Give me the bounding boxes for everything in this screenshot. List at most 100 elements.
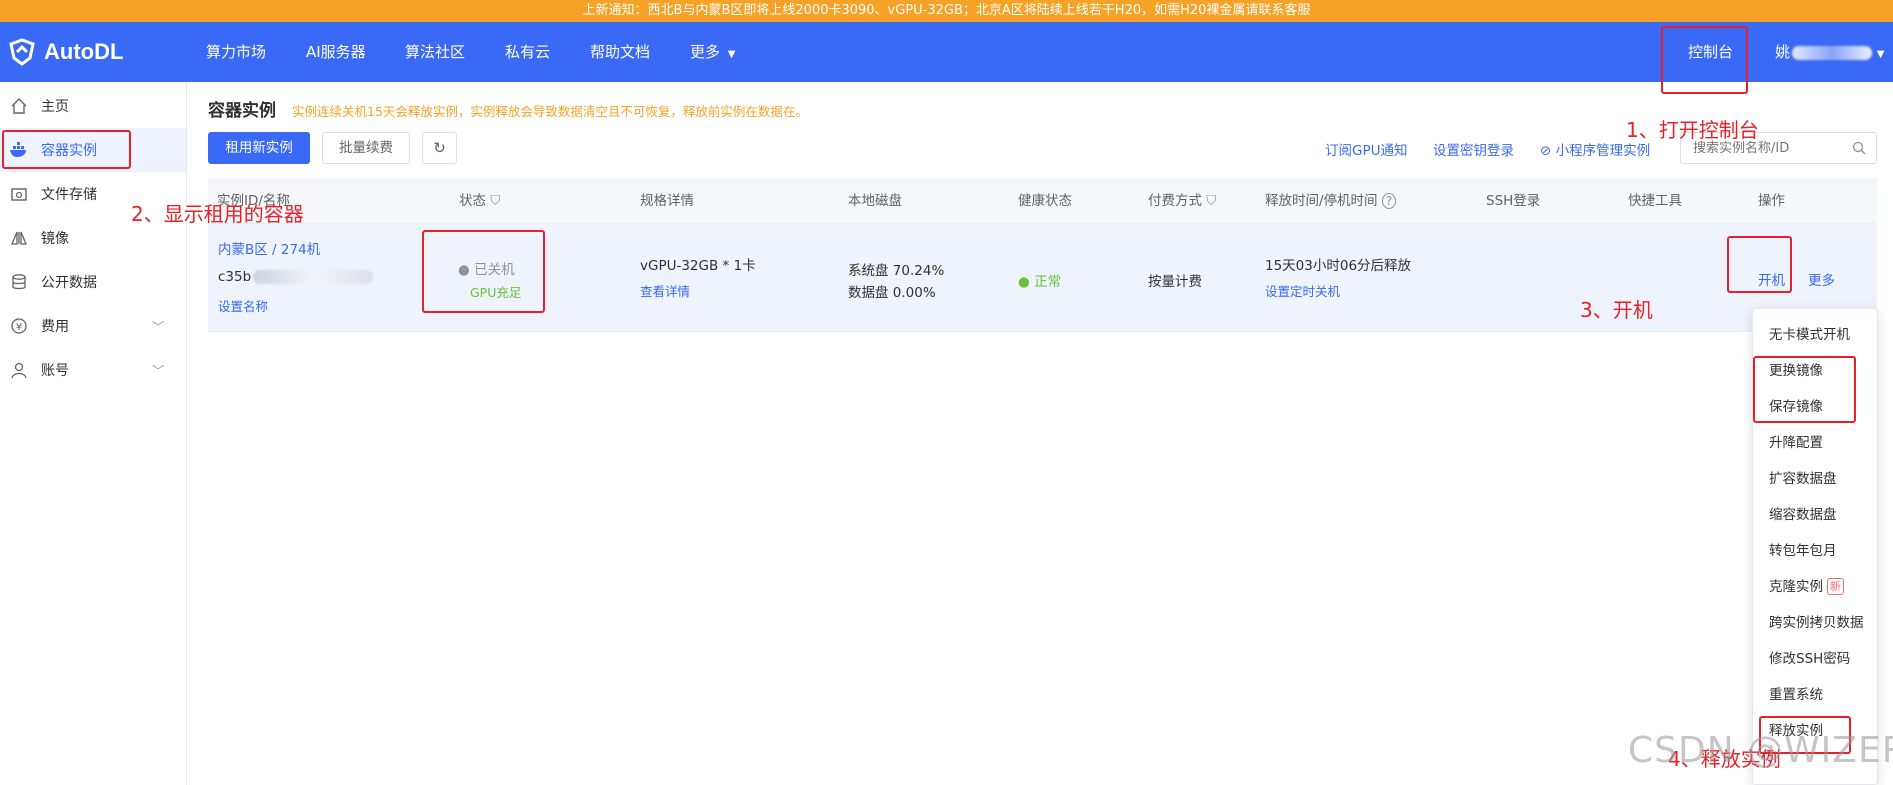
- sidebar: 主页 容器实例 文件存储 镜像 公开数据 ¥ 费用 ﹀ 账号 ﹀: [0, 82, 187, 785]
- help-icon[interactable]: ?: [1381, 193, 1397, 209]
- col-health: 健康状态: [1018, 193, 1072, 209]
- set-shutdown-link[interactable]: 设置定时关机: [1265, 281, 1340, 300]
- redacted-username: [1792, 45, 1873, 60]
- page-title: 容器实例: [208, 101, 276, 121]
- more-actions-menu: 无卡模式开机 更换镜像 保存镜像 升降配置 扩容数据盘 缩容数据盘 转包年包月 …: [1752, 308, 1878, 785]
- subscribe-gpu-notice-link[interactable]: 订阅GPU通知: [1325, 139, 1407, 159]
- menu-item-shrink-disk[interactable]: 缩容数据盘: [1769, 505, 1837, 525]
- sidebar-item-home[interactable]: 主页: [0, 84, 186, 128]
- page-warning-tip: 实例连续关机15天会释放实例，实例释放会导致数据清空且不可恢复，释放前实例在数据…: [292, 104, 808, 119]
- nav-item-help-docs[interactable]: 帮助文档: [590, 22, 650, 82]
- col-status[interactable]: 状态 ⛉: [459, 178, 500, 224]
- search-icon: [1852, 140, 1866, 159]
- autodl-logo-icon: [9, 38, 35, 66]
- menu-item-subscription[interactable]: 转包年包月: [1769, 541, 1837, 561]
- instance-id-text: c35b: [218, 269, 252, 285]
- status-badge: ● 已关机: [458, 262, 515, 278]
- clone-label: 克隆实例: [1769, 579, 1823, 595]
- set-name-link[interactable]: 设置名称: [218, 296, 268, 315]
- power-on-button[interactable]: 开机: [1758, 269, 1785, 289]
- status-text: 已关机: [474, 262, 515, 278]
- mini-program-icon: ⊘: [1540, 143, 1552, 159]
- user-menu[interactable]: 姚 ▼: [1775, 22, 1885, 82]
- billing-type: 按量计费: [1148, 274, 1202, 290]
- home-icon: [9, 96, 29, 116]
- col-quick-tools: 快捷工具: [1628, 193, 1682, 209]
- spec-text: vGPU-32GB * 1卡: [640, 258, 756, 274]
- view-detail-link[interactable]: 查看详情: [640, 281, 690, 300]
- menu-item-save-image[interactable]: 保存镜像: [1769, 397, 1823, 417]
- batch-renew-button[interactable]: 批量续费: [322, 132, 410, 164]
- menu-item-change-config[interactable]: 升降配置: [1769, 433, 1823, 453]
- new-badge: 新: [1827, 578, 1844, 595]
- database-icon: [9, 272, 29, 292]
- release-time: 15天03小时06分后释放: [1265, 258, 1412, 274]
- brand-logo[interactable]: AutoDL: [8, 37, 123, 67]
- menu-item-reset-system[interactable]: 重置系统: [1769, 685, 1823, 705]
- menu-item-ssh-password[interactable]: 修改SSH密码: [1769, 649, 1850, 669]
- data-disk-usage: 数据盘 0.00%: [848, 285, 936, 301]
- caret-down-icon: ▼: [727, 49, 736, 60]
- health-text: 正常: [1034, 274, 1062, 290]
- menu-item-clone-instance[interactable]: 克隆实例新: [1769, 577, 1844, 597]
- system-disk-usage: 系统盘 70.24%: [848, 263, 945, 279]
- nav-item-ai-server[interactable]: AI服务器: [306, 22, 366, 82]
- caret-down-icon: ▼: [1876, 49, 1885, 60]
- sidebar-item-account[interactable]: 账号 ﹀: [0, 348, 186, 392]
- user-name: 姚: [1775, 43, 1791, 61]
- refresh-button[interactable]: ↻: [422, 132, 457, 164]
- col-release-label: 释放时间/停机时间: [1265, 193, 1378, 209]
- annotation-step-1: 1、打开控制台: [1626, 118, 1759, 142]
- col-billing-label: 付费方式: [1148, 193, 1202, 209]
- annotation-step-3: 3、开机: [1580, 298, 1653, 322]
- nav-more-label: 更多: [690, 43, 721, 61]
- col-release-time: 释放时间/停机时间 ?: [1265, 178, 1397, 224]
- chevron-down-icon: ﹀: [151, 320, 164, 334]
- col-actions: 操作: [1758, 193, 1785, 209]
- sidebar-item-public-data[interactable]: 公开数据: [0, 260, 186, 304]
- sidebar-item-billing[interactable]: ¥ 费用 ﹀: [0, 304, 186, 348]
- menu-item-expand-disk[interactable]: 扩容数据盘: [1769, 469, 1837, 489]
- col-ssh: SSH登录: [1486, 193, 1541, 209]
- menu-item-gpu-free-start[interactable]: 无卡模式开机: [1769, 325, 1850, 345]
- nav-item-private-cloud[interactable]: 私有云: [505, 22, 550, 82]
- sidebar-item-label: 容器实例: [41, 143, 97, 159]
- refresh-icon: ↻: [433, 139, 446, 157]
- yen-icon: ¥: [9, 316, 29, 336]
- instance-id: c35b: [218, 269, 374, 285]
- nav-item-compute-market[interactable]: 算力市场: [206, 22, 266, 82]
- svg-text:¥: ¥: [16, 322, 22, 333]
- annotation-step-2: 2、显示租用的容器: [131, 202, 304, 226]
- filter-icon[interactable]: ⛉: [490, 193, 500, 209]
- rent-new-instance-button[interactable]: 租用新实例: [208, 132, 310, 164]
- console-link[interactable]: 控制台: [1688, 22, 1733, 82]
- col-billing[interactable]: 付费方式 ⛉: [1148, 178, 1216, 224]
- more-actions-button[interactable]: 更多: [1808, 269, 1835, 289]
- sidebar-item-label: 费用: [41, 319, 69, 335]
- sidebar-item-container-instances[interactable]: 容器实例: [0, 128, 186, 172]
- key-login-link[interactable]: 设置密钥登录: [1433, 139, 1514, 159]
- user-icon: [9, 360, 29, 380]
- docker-icon: [9, 140, 29, 160]
- nav-item-algorithm-community[interactable]: 算法社区: [405, 22, 465, 82]
- sidebar-item-label: 主页: [41, 99, 69, 115]
- mini-program-label: 小程序管理实例: [1555, 143, 1651, 159]
- image-icon: [9, 228, 29, 248]
- col-spec: 规格详情: [640, 193, 694, 209]
- sidebar-item-label: 文件存储: [41, 187, 97, 203]
- sidebar-item-label: 账号: [41, 363, 69, 379]
- folder-icon: [9, 184, 29, 204]
- instance-region-link[interactable]: 内蒙B区 / 274机: [218, 238, 320, 258]
- col-status-label: 状态: [459, 193, 486, 209]
- filter-icon[interactable]: ⛉: [1206, 193, 1216, 209]
- watermark: CSDN @WIZERS: [1628, 730, 1893, 771]
- sidebar-item-label: 镜像: [41, 231, 69, 247]
- top-nav: AutoDL 算力市场 AI服务器 算法社区 私有云 帮助文档 更多 ▼ 控制台…: [0, 22, 1893, 82]
- gpu-status: GPU充足: [470, 285, 522, 300]
- table-header: 实例ID/名称 状态 ⛉ 规格详情 本地磁盘 健康状态 付费方式 ⛉ 释放时间/…: [208, 178, 1877, 224]
- brand-name: AutoDL: [44, 39, 124, 64]
- nav-item-more[interactable]: 更多 ▼: [690, 22, 736, 82]
- menu-item-change-image[interactable]: 更换镜像: [1769, 361, 1823, 381]
- chevron-down-icon: ﹀: [151, 364, 164, 378]
- menu-item-copy-data[interactable]: 跨实例拷贝数据: [1769, 613, 1864, 633]
